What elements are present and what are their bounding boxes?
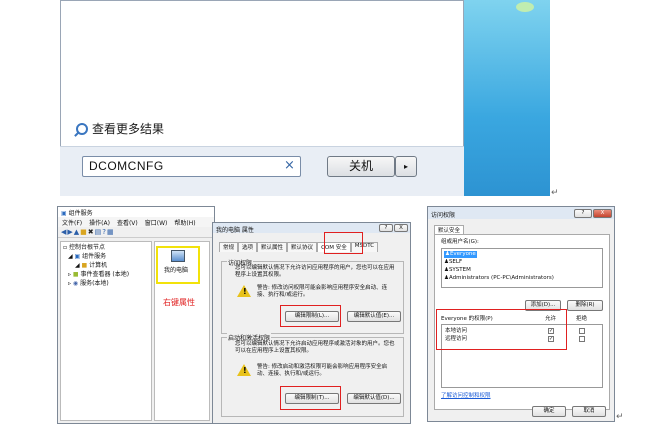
highlight-com-security-tab [324, 232, 363, 254]
shutdown-options-arrow-icon[interactable]: ▸ [395, 156, 417, 177]
shutdown-button[interactable]: 关机 [327, 156, 395, 177]
clear-search-icon[interactable]: × [284, 158, 295, 173]
see-more-results-link[interactable]: 查看更多结果 [76, 120, 164, 137]
ok-button[interactable]: 确定 [532, 406, 566, 417]
menu-bar: 文件(F) 操作(A) 查看(V) 窗口(W) 帮助(H) [58, 217, 214, 227]
users-list: ♟Everyone ♟SELF ♟SYSTEM ♟Administrators … [441, 248, 603, 288]
access-help-button[interactable]: ? [574, 209, 592, 218]
tree-item-computers[interactable]: ◢ ■ 计算机 [63, 261, 149, 270]
menu-file[interactable]: 文件(F) [62, 220, 82, 227]
paragraph-mark: ↵ [551, 188, 559, 198]
component-services-window: ▣ 组件服务 文件(F) 操作(A) 查看(V) 窗口(W) 帮助(H) ◀▶▲■✖▤?… [57, 206, 215, 424]
tab-general[interactable]: 常规 [219, 242, 239, 252]
warning-icon-2 [237, 364, 251, 376]
local-deny-checkbox[interactable] [579, 328, 585, 334]
menu-view[interactable]: 查看(V) [117, 220, 138, 227]
remote-deny-checkbox[interactable] [579, 336, 585, 342]
search-icon [76, 122, 88, 135]
user-everyone[interactable]: ♟Everyone [444, 251, 477, 258]
user-self[interactable]: ♟SELF [444, 259, 462, 266]
leaf-icon [516, 2, 534, 12]
user-system[interactable]: ♟SYSTEM [444, 267, 471, 274]
deny-header: 拒绝 [576, 316, 588, 322]
cancel-button[interactable]: 取消 [572, 406, 606, 417]
menu-help[interactable]: 帮助(H) [174, 220, 195, 227]
window-title: ▣ 组件服务 [58, 207, 214, 217]
start-search-input[interactable]: DCOMCNFG [82, 156, 301, 177]
group-users-label: 组或用户名(G): [441, 239, 479, 245]
paragraph-mark-2: ↵ [616, 412, 624, 422]
tree-item-event-viewer[interactable]: ▹ ■ 事件查看器 (本地) [63, 270, 149, 279]
remove-user-button[interactable]: 删除(R) [567, 300, 603, 311]
learn-access-control-link[interactable]: 了解访问控制和权限 [441, 393, 491, 400]
launch-description: 您可以编辑默认情况下允许启动应用程序或激活对象的用户。您也可以在应用程序上设置其… [235, 341, 395, 354]
tree-pane: ▫ 控制台根节点 ◢ ▣ 组件服务 ◢ ■ 计算机 ▹ ■ 事件查看器 (本地)… [60, 241, 152, 421]
help-button[interactable]: ? [379, 224, 393, 232]
delete-icon[interactable]: ✖ [88, 228, 95, 236]
see-more-label: 查看更多结果 [92, 122, 165, 136]
menu-action[interactable]: 操作(A) [89, 220, 110, 227]
edit-default-button-2[interactable]: 编辑默认值(D)... [347, 393, 401, 404]
highlight-edit-limits [280, 305, 341, 327]
tab-default-security[interactable]: 默认安全 [434, 225, 465, 234]
tab-default-protocols[interactable]: 默认协议 [287, 242, 318, 252]
component-services-icon: ▣ [61, 210, 67, 217]
highlight-my-computer [156, 246, 200, 284]
tree-item-console-root[interactable]: ▫ 控制台根节点 [63, 243, 149, 252]
desktop-background [464, 0, 550, 196]
folder-icon[interactable]: ■ [80, 228, 88, 236]
tree-item-services[interactable]: ▹ ◉ 服务(本地) [63, 279, 149, 288]
tab-options[interactable]: 选项 [238, 242, 258, 252]
tree-item-component-services[interactable]: ◢ ▣ 组件服务 [63, 252, 149, 261]
menu-window[interactable]: 窗口(W) [145, 220, 168, 227]
window-title-text: 组件服务 [68, 210, 93, 217]
user-administrators[interactable]: ♟Administrators (PC-PC\Administrators) [444, 275, 554, 282]
tab-default-properties[interactable]: 默认属性 [257, 242, 288, 252]
launch-warning: 警告: 修改启动和激活权限可能会影响应用程序安全启动、连接、执行和/或运行。 [257, 364, 388, 377]
close-button[interactable]: X [394, 224, 408, 232]
access-close-button[interactable]: X [593, 209, 612, 218]
access-description: 您可以编辑默认情况下允许访问应用程序的用户，您也可以在应用程序上设置其权限。 [235, 265, 395, 278]
view-icon[interactable]: ▦ [107, 228, 115, 236]
warning-icon [237, 285, 251, 297]
toolbar: ◀▶▲■✖▤?▦ [58, 227, 214, 238]
edit-default-button[interactable]: 编辑默认值(E)... [347, 311, 401, 322]
highlight-permissions [436, 309, 567, 350]
right-click-annotation: 右键属性 [163, 298, 195, 307]
highlight-edit-limits-2 [280, 386, 341, 410]
access-warning: 警告: 修改访问权限可能会影响应用程序安全启动、连接、执行和/或运行。 [257, 285, 388, 298]
